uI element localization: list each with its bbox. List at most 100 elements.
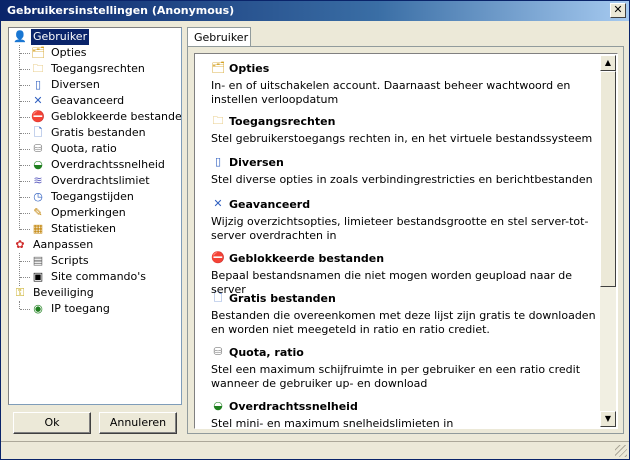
free-file-icon: 🗋 xyxy=(33,126,43,139)
section-heading[interactable]: ▯ Diversen xyxy=(211,155,596,171)
tree-item-label: Toegangstijden xyxy=(51,190,134,203)
console-icon: ▣ xyxy=(32,270,44,283)
section-description: Stel mini- en maximum snelheidslimieten … xyxy=(211,417,454,429)
misc-icon: ▯ xyxy=(214,155,222,168)
tree-connector-line xyxy=(20,261,30,262)
tree-item-label: Toegangsrechten xyxy=(51,62,145,75)
window-title: Gebruikersinstellingen (Anonymous) xyxy=(7,4,235,17)
blocked-file-icon: ⛔ xyxy=(31,110,45,123)
section-title[interactable]: Toegangsrechten xyxy=(229,114,335,129)
customize-icon: ✿ xyxy=(15,238,25,251)
overview-content: ◒ Overdrachtssnelheid Stel mini- en maximu… xyxy=(194,53,618,429)
resize-grip[interactable] xyxy=(615,445,627,457)
section-geavanceerd: ✕ Geavanceerd Wijzig overzichtsopties, lim… xyxy=(211,197,596,243)
section-title[interactable]: Opties xyxy=(229,61,269,76)
section-diversen: ▯ Diversen Stel diverse opties in zoals ve… xyxy=(211,155,596,187)
tree-item-label: Scripts xyxy=(51,254,89,267)
close-button[interactable]: ✕ xyxy=(610,3,626,18)
section-heading[interactable]: 🗀 Toegangsrechten xyxy=(211,114,596,130)
section-title[interactable]: Geblokkeerde bestanden xyxy=(229,251,384,266)
tree-connector-line xyxy=(20,53,30,54)
scripts-icon: ▤ xyxy=(32,254,44,267)
tools-icon: ✕ xyxy=(213,197,223,210)
tree-connector-line xyxy=(20,229,30,230)
tree-connector-line xyxy=(20,117,30,118)
section-description: In- en of uitschakelen account. Daarnaas… xyxy=(211,79,571,106)
section-gratis-bestanden: 🗋 Gratis bestanden Bestanden die overeenko… xyxy=(211,291,596,337)
tree-connector-line xyxy=(20,213,30,214)
section-title[interactable]: Overdrachtssnelheid xyxy=(229,399,358,414)
tree-connector-line xyxy=(20,165,30,166)
blocked-file-icon: ⛔ xyxy=(211,251,225,264)
section-description: Bestanden die overeenkomen met deze lijs… xyxy=(211,309,596,336)
tree-item-label: Opmerkingen xyxy=(51,206,126,219)
tree-item-label: Overdrachtslimiet xyxy=(51,174,150,187)
options-folder-icon: 🗂 xyxy=(31,46,45,59)
ok-button[interactable]: Ok xyxy=(13,412,91,434)
access-folder-icon: 🗀 xyxy=(32,62,44,75)
security-icon: ⚿ xyxy=(15,286,25,299)
section-heading[interactable]: ⛁ Quota, ratio xyxy=(211,345,596,361)
tree-item-label: Geblokkeerde bestanden xyxy=(51,110,182,123)
quota-icon: ⛁ xyxy=(213,345,223,358)
section-heading[interactable]: ◒ Overdrachtssnelheid xyxy=(211,399,596,415)
scroll-thumb[interactable] xyxy=(600,71,616,287)
tree-connector-line xyxy=(19,253,20,286)
tree-item-label: Quota, ratio xyxy=(51,142,117,155)
tree-item-label: Gratis bestanden xyxy=(51,126,146,139)
tree-connector-line xyxy=(20,309,30,310)
tree-connector-line xyxy=(20,277,30,278)
quota-icon: ⛁ xyxy=(33,142,43,155)
tree-connector-line xyxy=(20,101,30,102)
section-geblokkeerde-bestanden: ⛔ Geblokkeerde bestanden Bepaal bestandsna… xyxy=(211,251,596,297)
tree-connector-line xyxy=(19,45,20,230)
tree-connector-line xyxy=(19,301,20,309)
speed-icon: ◒ xyxy=(213,399,223,412)
tree-item-label: Beveiliging xyxy=(33,286,94,299)
section-description: Stel een maximum schijfruimte in per geb… xyxy=(211,363,581,390)
tree-item-label: Gebruiker xyxy=(31,29,90,45)
section-description: Wijzig overzichtsopties, limieteer besta… xyxy=(211,215,589,242)
section-overdrachtssnelheid: ◒ Overdrachtssnelheid Stel mini- en maximu… xyxy=(211,399,596,429)
tree-item-label: Opties xyxy=(51,46,87,59)
tree-connector-line xyxy=(20,133,30,134)
section-description: Stel diverse opties in zoals verbindingr… xyxy=(211,173,593,186)
title-bar: Gebruikersinstellingen (Anonymous) ✕ xyxy=(1,1,629,21)
section-title[interactable]: Diversen xyxy=(229,155,284,170)
dialog-window: Gebruikersinstellingen (Anonymous) ✕ 👤 Ge… xyxy=(0,0,630,460)
section-heading[interactable]: 🗂 Opties xyxy=(211,61,596,77)
section-quota-ratio: ⛁ Quota, ratio Stel een maximum schijfruim… xyxy=(211,345,596,391)
section-heading[interactable]: ✕ Geavanceerd xyxy=(211,197,596,213)
tree-item-label: Site commando's xyxy=(51,270,147,283)
tab-panel: ◒ Overdrachtssnelheid Stel mini- en maximu… xyxy=(187,46,624,434)
tree-item-label: IP toegang xyxy=(51,302,110,315)
status-bar xyxy=(1,441,629,459)
speed-icon: ◒ xyxy=(33,158,43,171)
section-toegangsrechten: 🗀 Toegangsrechten Stel gebruikerstoegangs … xyxy=(211,114,596,146)
tree-connector-line xyxy=(20,181,30,182)
scroll-down-button[interactable]: ▼ xyxy=(600,411,616,427)
options-folder-icon: 🗂 xyxy=(211,61,225,74)
vertical-scrollbar[interactable]: ▲ ▼ xyxy=(600,55,616,427)
ip-access-icon: ◉ xyxy=(33,302,43,315)
tree-connector-line xyxy=(20,85,30,86)
cancel-button[interactable]: Annuleren xyxy=(99,412,177,434)
section-heading[interactable]: ⛔ Geblokkeerde bestanden xyxy=(211,251,596,267)
section-title[interactable]: Quota, ratio xyxy=(229,345,304,360)
tree-item-label: Diversen xyxy=(51,78,100,91)
tree-item-label: Aanpassen xyxy=(33,238,94,251)
tree-connector-line xyxy=(20,149,30,150)
settings-tree[interactable]: 👤 Gebruiker 🗂 Opties 🗀 Toegangsrechten ▯ Divers… xyxy=(8,27,182,405)
section-title[interactable]: Geavanceerd xyxy=(229,197,310,212)
notes-icon: ✎ xyxy=(33,206,43,219)
section-opties: 🗂 Opties In- en of uitschakelen account. D… xyxy=(211,61,596,107)
tab-gebruiker[interactable]: Gebruiker xyxy=(187,27,251,47)
tree-connector-line xyxy=(20,197,30,198)
stats-icon: ▦ xyxy=(32,222,44,235)
scroll-up-button[interactable]: ▲ xyxy=(600,55,616,71)
access-folder-icon: 🗀 xyxy=(212,114,224,127)
misc-icon: ▯ xyxy=(34,78,42,91)
tools-icon: ✕ xyxy=(33,94,43,107)
clock-icon: ◷ xyxy=(33,190,43,203)
section-description: Stel gebruikerstoegangs rechten in, en h… xyxy=(211,132,593,145)
